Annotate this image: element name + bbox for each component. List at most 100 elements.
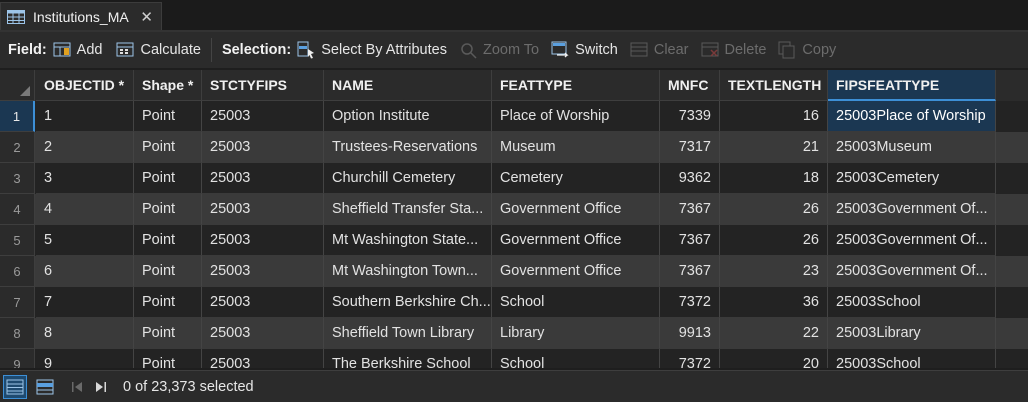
cell-textlength[interactable]: 23 [720,256,828,287]
cell-mnfc[interactable]: 7372 [660,349,720,368]
cell-name[interactable]: Mt Washington Town... [324,256,492,287]
cell-objectid[interactable]: 5 [36,225,134,256]
delete-selection-button[interactable]: Delete [701,41,766,59]
column-header-textlength[interactable]: TEXTLENGTH [720,70,828,101]
cell-fipsfeattype[interactable]: 25003Cemetery [828,163,996,194]
cell-fipsfeattype[interactable]: 25003School [828,349,996,368]
cell-feattype[interactable]: Place of Worship [492,101,660,132]
cell-objectid[interactable]: 8 [36,318,134,349]
cell-name[interactable]: Sheffield Town Library [324,318,492,349]
cell-feattype[interactable]: Government Office [492,225,660,256]
cell-textlength[interactable]: 26 [720,225,828,256]
row-number[interactable]: 2 [0,132,35,163]
cell-stctyfips[interactable]: 25003 [202,132,324,163]
cell-stctyfips[interactable]: 25003 [202,225,324,256]
cell-fipsfeattype[interactable]: 25003Library [828,318,996,349]
cell-shape[interactable]: Point [134,163,202,194]
cell-mnfc[interactable]: 7317 [660,132,720,163]
cell-mnfc[interactable]: 9362 [660,163,720,194]
cell-name[interactable]: Option Institute [324,101,492,132]
row-number[interactable]: 3 [0,163,35,194]
copy-selection-button[interactable]: Copy [778,41,836,59]
clear-selection-button[interactable]: Clear [630,41,689,59]
cell-mnfc[interactable]: 7367 [660,194,720,225]
cell-objectid[interactable]: 2 [36,132,134,163]
cell-shape[interactable]: Point [134,287,202,318]
cell-feattype[interactable]: Government Office [492,256,660,287]
cell-name[interactable]: The Berkshire School [324,349,492,368]
cell-fipsfeattype[interactable]: 25003Government Of... [828,225,996,256]
cell-feattype[interactable]: Museum [492,132,660,163]
cell-shape[interactable]: Point [134,256,202,287]
cell-stctyfips[interactable]: 25003 [202,101,324,132]
show-all-records-button[interactable] [3,374,27,399]
cell-objectid[interactable]: 7 [36,287,134,318]
column-header-fipsfeattype[interactable]: FIPSFEATTYPE [828,70,996,101]
cell-mnfc[interactable]: 7367 [660,256,720,287]
table-row[interactable]: 8 8 Point 25003 Sheffield Town Library L… [0,318,1028,349]
cell-objectid[interactable]: 4 [36,194,134,225]
cell-textlength[interactable]: 20 [720,349,828,368]
cell-fipsfeattype[interactable]: 25003Government Of... [828,194,996,225]
table-row[interactable]: 9 9 Point 25003 The Berkshire School Sch… [0,349,1028,368]
cell-objectid[interactable]: 3 [36,163,134,194]
cell-stctyfips[interactable]: 25003 [202,287,324,318]
cell-shape[interactable]: Point [134,349,202,368]
table-row[interactable]: 2 2 Point 25003 Trustees-Reservations Mu… [0,132,1028,163]
cell-shape[interactable]: Point [134,318,202,349]
cell-stctyfips[interactable]: 25003 [202,163,324,194]
table-row[interactable]: 5 5 Point 25003 Mt Washington State... G… [0,225,1028,256]
cell-fipsfeattype[interactable]: 25003School [828,287,996,318]
cell-textlength[interactable]: 21 [720,132,828,163]
cell-objectid[interactable]: 1 [36,101,134,132]
cell-fipsfeattype[interactable]: 25003Museum [828,132,996,163]
cell-shape[interactable]: Point [134,194,202,225]
tab-institutions-ma[interactable]: Institutions_MA ✕ [0,2,162,30]
cell-textlength[interactable]: 22 [720,318,828,349]
table-row[interactable]: 7 7 Point 25003 Southern Berkshire Ch...… [0,287,1028,318]
cell-stctyfips[interactable]: 25003 [202,318,324,349]
switch-selection-button[interactable]: Switch [551,41,618,59]
calculate-field-button[interactable]: Calculate [116,41,201,59]
add-field-button[interactable]: Add [53,41,102,59]
cell-stctyfips[interactable]: 25003 [202,256,324,287]
column-header-objectid[interactable]: OBJECTID * [36,70,134,101]
cell-name[interactable]: Churchill Cemetery [324,163,492,194]
cell-stctyfips[interactable]: 25003 [202,194,324,225]
cell-name[interactable]: Trustees-Reservations [324,132,492,163]
row-number[interactable]: 4 [0,194,35,225]
last-record-button[interactable] [89,375,113,399]
column-header-name[interactable]: NAME [324,70,492,101]
table-row[interactable]: 1 1 Point 25003 Option Institute Place o… [0,101,1028,132]
cell-textlength[interactable]: 18 [720,163,828,194]
row-number[interactable]: 9 [0,349,35,368]
cell-shape[interactable]: Point [134,225,202,256]
select-all-corner[interactable] [0,70,35,101]
cell-feattype[interactable]: Cemetery [492,163,660,194]
cell-textlength[interactable]: 36 [720,287,828,318]
close-icon[interactable]: ✕ [140,8,153,26]
cell-shape[interactable]: Point [134,101,202,132]
row-number[interactable]: 8 [0,318,35,349]
cell-mnfc[interactable]: 7339 [660,101,720,132]
cell-mnfc[interactable]: 9913 [660,318,720,349]
select-by-attributes-button[interactable]: Select By Attributes [297,41,447,59]
cell-textlength[interactable]: 16 [720,101,828,132]
cell-stctyfips[interactable]: 25003 [202,349,324,368]
cell-fipsfeattype[interactable]: 25003Government Of... [828,256,996,287]
cell-mnfc[interactable]: 7372 [660,287,720,318]
cell-objectid[interactable]: 6 [36,256,134,287]
cell-name[interactable]: Southern Berkshire Ch... [324,287,492,318]
table-row[interactable]: 4 4 Point 25003 Sheffield Transfer Sta..… [0,194,1028,225]
cell-textlength[interactable]: 26 [720,194,828,225]
cell-fipsfeattype[interactable]: 25003Place of Worship [828,101,996,132]
cell-mnfc[interactable]: 7367 [660,225,720,256]
cell-name[interactable]: Mt Washington State... [324,225,492,256]
cell-feattype[interactable]: School [492,349,660,368]
cell-feattype[interactable]: Library [492,318,660,349]
column-header-feattype[interactable]: FEATTYPE [492,70,660,101]
cell-shape[interactable]: Point [134,132,202,163]
row-number[interactable]: 5 [0,225,35,256]
cell-feattype[interactable]: Government Office [492,194,660,225]
column-header-stctyfips[interactable]: STCTYFIPS [202,70,324,101]
